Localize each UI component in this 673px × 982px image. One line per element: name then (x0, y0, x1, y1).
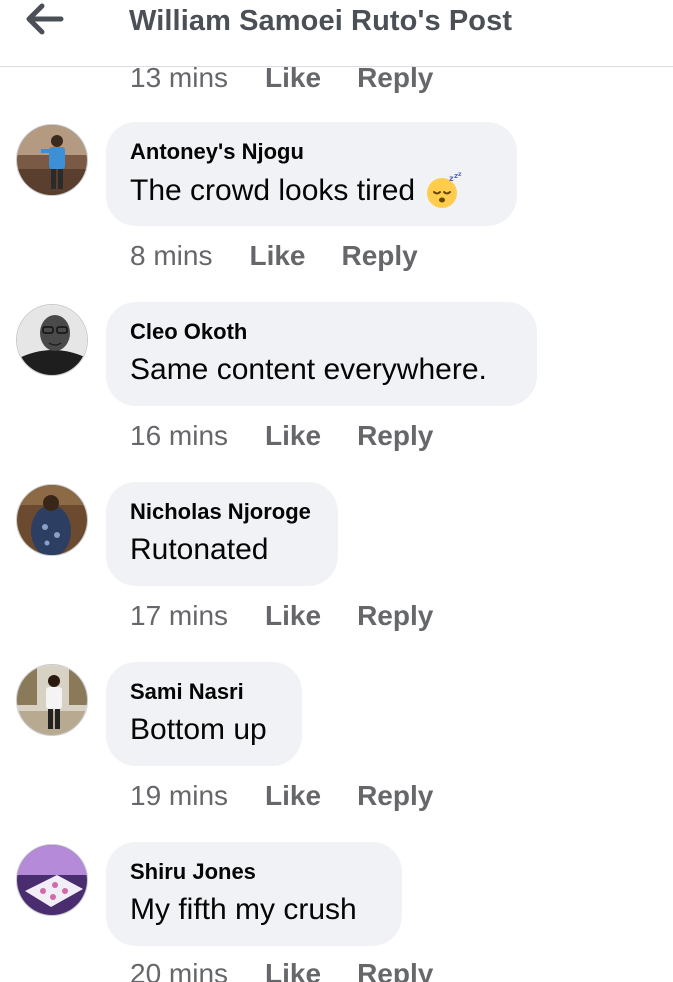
avatar[interactable] (16, 844, 88, 916)
comment-item: Nicholas Njoroge Rutonated 17 mins Like … (0, 482, 673, 662)
post-header: William Samoei Ruto's Post (0, 0, 673, 67)
comment-meta: 17 mins Like Reply (130, 600, 433, 632)
comment-text: My fifth my crush (130, 893, 357, 926)
comment-meta-previous: 13 mins Like Reply (130, 58, 433, 100)
comment-bubble[interactable]: Antoney's Njogu The crowd looks tired z … (106, 122, 517, 226)
like-button[interactable]: Like (265, 62, 321, 94)
avatar[interactable] (16, 124, 88, 196)
arrow-left-icon (26, 3, 64, 35)
comment-bubble[interactable]: Nicholas Njoroge Rutonated (106, 482, 338, 586)
avatar[interactable] (16, 664, 88, 736)
like-button[interactable]: Like (265, 960, 321, 982)
svg-text:z: z (458, 172, 462, 178)
reply-button[interactable]: Reply (357, 62, 433, 94)
comment-bubble[interactable]: Sami Nasri Bottom up (106, 662, 302, 766)
comment-time: 8 mins (130, 240, 213, 271)
comment-time: 13 mins (130, 62, 229, 93)
comment-author[interactable]: Shiru Jones (130, 860, 377, 884)
comment-author[interactable]: Nicholas Njoroge (130, 500, 313, 524)
sleeping-face-icon: z z z (425, 171, 463, 210)
comment-time: 17 mins (130, 600, 229, 631)
comment-meta: 8 mins Like Reply (130, 240, 418, 272)
comment-text: Bottom up (130, 713, 267, 746)
like-button[interactable]: Like (265, 600, 321, 632)
comment-text: The crowd looks tired (130, 174, 416, 207)
like-button[interactable]: Like (249, 240, 305, 272)
comment-item: Cleo Okoth Same content everywhere. 16 m… (0, 302, 673, 482)
page-title: William Samoei Ruto's Post (129, 5, 513, 37)
comment-author[interactable]: Antoney's Njogu (130, 140, 492, 164)
comment-bubble[interactable]: Cleo Okoth Same content everywhere. (106, 302, 537, 406)
avatar[interactable] (16, 484, 88, 556)
like-button[interactable]: Like (265, 420, 321, 452)
comment-time: 20 mins (130, 960, 229, 982)
comment-meta-clipped: 20 mins Like Reply (130, 960, 433, 982)
comment-item: Shiru Jones My fifth my crush (0, 842, 673, 960)
reply-button[interactable]: Reply (357, 780, 433, 812)
comment-text: Same content everywhere. (130, 353, 487, 386)
comment-item: Antoney's Njogu The crowd looks tired z … (0, 122, 673, 302)
comment-time: 19 mins (130, 780, 229, 811)
reply-button[interactable]: Reply (357, 960, 433, 982)
comment-author[interactable]: Cleo Okoth (130, 320, 512, 344)
comment-meta: 19 mins Like Reply (130, 780, 433, 812)
comment-meta: 16 mins Like Reply (130, 420, 433, 452)
comment-time: 16 mins (130, 420, 229, 451)
comment-author[interactable]: Sami Nasri (130, 680, 277, 704)
back-button[interactable] (24, 2, 68, 38)
avatar[interactable] (16, 304, 88, 376)
reply-button[interactable]: Reply (342, 240, 418, 272)
comment-item: Sami Nasri Bottom up 19 mins Like Reply (0, 662, 673, 842)
comment-bubble[interactable]: Shiru Jones My fifth my crush (106, 842, 402, 946)
reply-button[interactable]: Reply (357, 420, 433, 452)
like-button[interactable]: Like (265, 780, 321, 812)
comment-text: Rutonated (130, 533, 269, 566)
reply-button[interactable]: Reply (357, 600, 433, 632)
